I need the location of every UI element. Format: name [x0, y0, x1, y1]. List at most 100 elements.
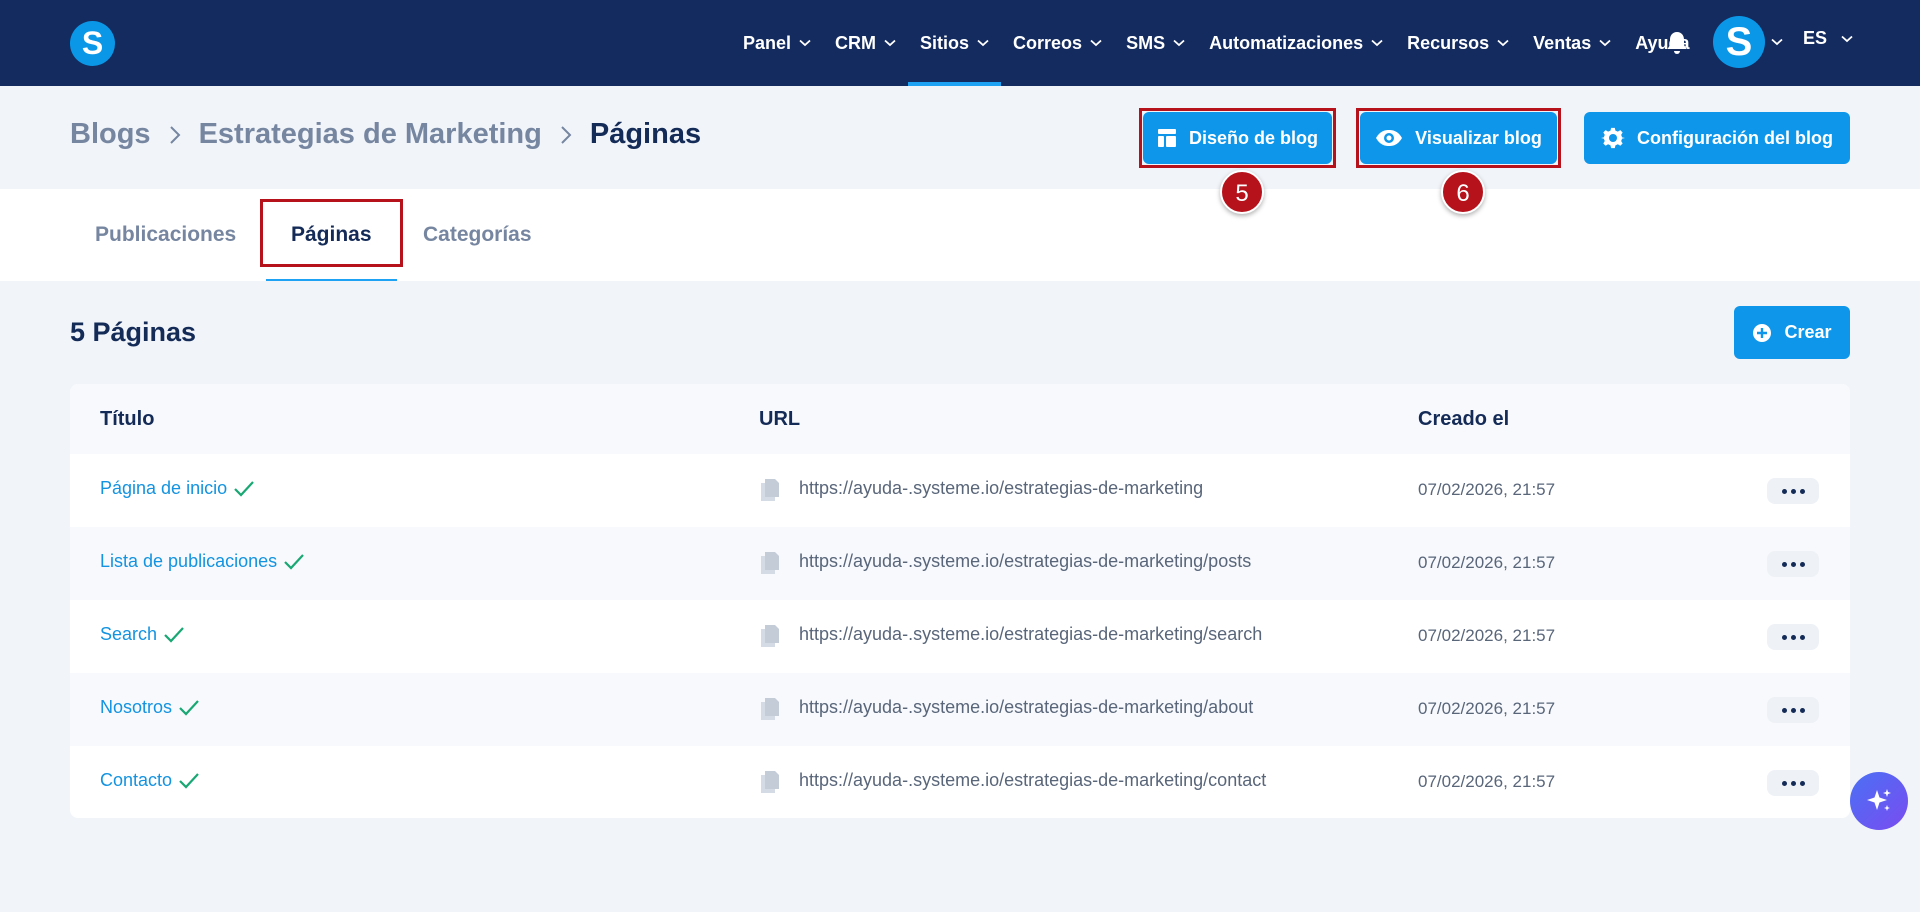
highlight-box-design [1139, 108, 1336, 168]
chevron-down-icon [1090, 39, 1102, 47]
page-title-link[interactable]: Lista de publicaciones [100, 551, 305, 572]
document-copy-icon[interactable] [759, 477, 781, 503]
chevron-down-icon [1371, 39, 1383, 47]
step-badge-6: 6 [1441, 170, 1485, 214]
table-row: Search https://ayuda-.systeme.io/estrate… [70, 600, 1850, 673]
more-dots-icon [1790, 561, 1796, 567]
page-title-link[interactable]: Contacto [100, 770, 200, 791]
more-dots-icon [1790, 707, 1796, 713]
language-label: ES [1803, 28, 1828, 48]
chevron-down-icon [799, 39, 811, 47]
user-avatar[interactable]: S [1713, 16, 1765, 68]
more-dots-icon [1799, 561, 1805, 567]
breadcrumb-item-blogs[interactable]: Blogs [70, 118, 151, 151]
table-header: Título URL Creado el [70, 384, 1850, 454]
nav-item-correos[interactable]: Correos [1001, 0, 1114, 86]
nav-item-automatizaciones[interactable]: Automatizaciones [1197, 0, 1395, 86]
more-dots-icon [1781, 488, 1787, 494]
sparkles-icon [1867, 789, 1891, 811]
pages-table: Título URL Creado el Página de inicio ht… [70, 384, 1850, 818]
table-row: Nosotros https://ayuda-.systeme.io/estra… [70, 673, 1850, 746]
main-menu: Panel CRM Sitios Correos SMS Automatizac… [731, 0, 1702, 86]
document-copy-icon[interactable] [759, 623, 781, 649]
create-page-button[interactable]: Crear [1734, 306, 1850, 359]
chevron-down-icon [1173, 39, 1185, 47]
chevron-down-icon[interactable] [1771, 38, 1783, 46]
more-dots-icon [1781, 561, 1787, 567]
chevron-right-icon [561, 125, 572, 144]
nav-item-sms[interactable]: SMS [1114, 0, 1197, 86]
nav-item-sitios[interactable]: Sitios [908, 0, 1002, 86]
row-actions-button[interactable] [1767, 551, 1819, 577]
page-url: https://ayuda-.systeme.io/estrategias-de… [799, 697, 1254, 717]
tab-publicaciones[interactable]: Publicaciones [95, 189, 236, 281]
blog-settings-label: Configuración del blog [1637, 127, 1833, 148]
check-icon [164, 626, 184, 643]
page-created-date: 07/02/2026, 21:57 [1418, 626, 1556, 645]
bell-icon[interactable] [1665, 30, 1689, 56]
breadcrumb-item-current: Páginas [589, 118, 702, 150]
highlight-box-view [1356, 108, 1561, 168]
check-icon [234, 480, 254, 497]
plus-circle-icon [1753, 323, 1772, 342]
row-actions-button[interactable] [1767, 770, 1819, 796]
nav-item-recursos[interactable]: Recursos [1395, 0, 1521, 86]
breadcrumb-item-blog[interactable]: Estrategias de Marketing [199, 118, 542, 151]
more-dots-icon [1781, 634, 1787, 640]
page-title-text: Search [100, 624, 158, 644]
check-icon [179, 772, 199, 789]
nav-item-label: Correos [1013, 32, 1083, 53]
page-created-date: 07/02/2026, 21:57 [1418, 772, 1556, 791]
tab-categorias[interactable]: Categorías [423, 189, 532, 281]
nav-item-label: Sitios [920, 32, 970, 53]
chevron-down-icon [1841, 35, 1853, 42]
more-dots-icon [1799, 780, 1805, 786]
row-actions-button[interactable] [1767, 697, 1819, 723]
more-dots-icon [1790, 780, 1796, 786]
table-row: Página de inicio https://ayuda-.systeme.… [70, 454, 1850, 527]
more-dots-icon [1799, 707, 1805, 713]
page-url: https://ayuda-.systeme.io/estrategias-de… [799, 770, 1267, 790]
highlight-box-tab [260, 199, 403, 267]
table-row: Contacto https://ayuda-.systeme.io/estra… [70, 746, 1850, 818]
document-copy-icon[interactable] [759, 769, 781, 795]
nav-item-crm[interactable]: CRM [823, 0, 908, 86]
create-label: Crear [1784, 322, 1832, 342]
more-dots-icon [1790, 634, 1796, 640]
top-navbar: S Panel CRM Sitios Correos SMS Automatiz… [0, 0, 1920, 86]
page-title-text: Página de inicio [100, 478, 228, 498]
row-actions-button[interactable] [1767, 624, 1819, 650]
breadcrumb: Blogs Estrategias de Marketing Páginas [70, 118, 701, 151]
check-icon [284, 553, 304, 570]
blog-settings-button[interactable]: Configuración del blog [1584, 112, 1850, 164]
row-actions-button[interactable] [1767, 478, 1819, 504]
nav-item-label: Panel [743, 32, 792, 53]
nav-item-ventas[interactable]: Ventas [1521, 0, 1623, 86]
page-count-title: 5 Páginas [70, 317, 197, 347]
document-copy-icon[interactable] [759, 550, 781, 576]
page-title-link[interactable]: Página de inicio [100, 478, 255, 499]
brand-logo[interactable]: S [70, 21, 115, 66]
column-header-url: URL [759, 408, 801, 430]
page-created-date: 07/02/2026, 21:57 [1418, 699, 1556, 718]
page-created-date: 07/02/2026, 21:57 [1418, 480, 1556, 499]
document-copy-icon[interactable] [759, 696, 781, 722]
nav-item-panel[interactable]: Panel [731, 0, 823, 86]
step-badge-5: 5 [1220, 170, 1264, 214]
column-header-title: Título [100, 408, 155, 430]
nav-item-label: Automatizaciones [1209, 32, 1364, 53]
more-dots-icon [1790, 488, 1796, 494]
page-title-link[interactable]: Search [100, 624, 185, 645]
language-selector[interactable]: ES [1803, 28, 1853, 49]
page-url: https://ayuda-.systeme.io/estrategias-de… [799, 624, 1263, 644]
column-header-created: Creado el [1418, 408, 1510, 430]
nav-item-ayuda[interactable]: Ayuda [1623, 0, 1701, 86]
nav-item-label: SMS [1126, 32, 1166, 53]
chevron-right-icon [169, 125, 180, 144]
more-dots-icon [1799, 488, 1805, 494]
more-dots-icon [1781, 780, 1787, 786]
ai-assistant-button[interactable] [1850, 772, 1908, 830]
chevron-down-icon [1599, 39, 1611, 47]
page-title-link[interactable]: Nosotros [100, 697, 200, 718]
chevron-down-icon [1497, 39, 1509, 47]
